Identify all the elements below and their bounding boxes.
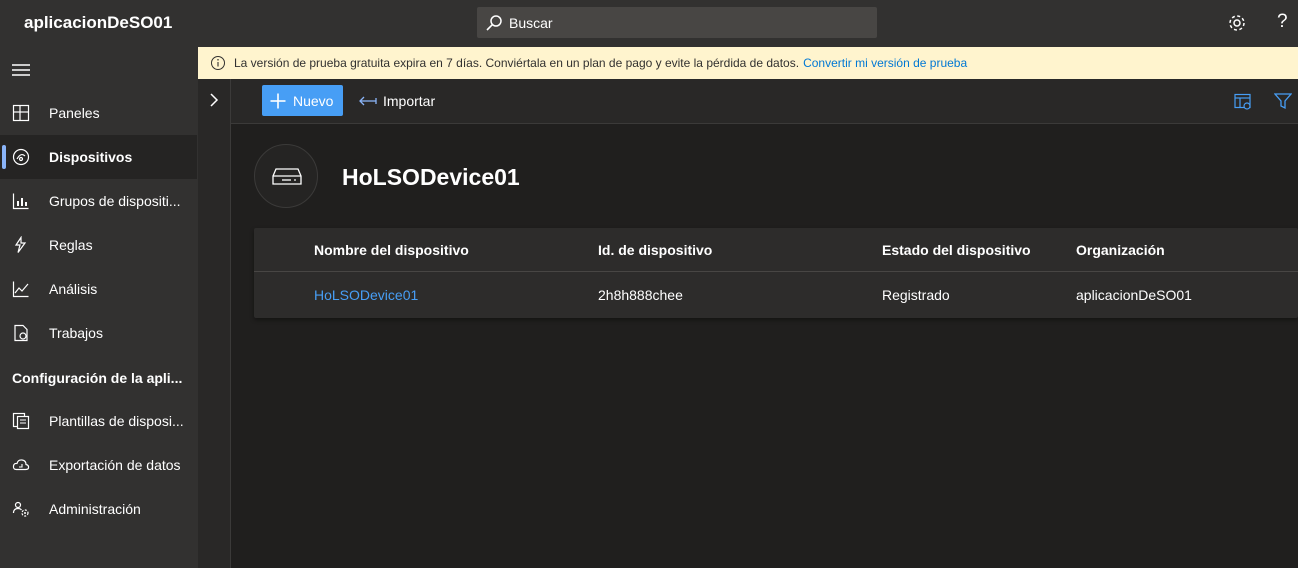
- jobs-icon: [14, 324, 28, 342]
- search-icon: [486, 15, 502, 31]
- hamburger-menu-icon[interactable]: [12, 63, 30, 77]
- sidebar-item-label: Paneles: [49, 105, 100, 121]
- sidebar-item-label: Reglas: [49, 237, 93, 253]
- plus-icon: [270, 93, 286, 109]
- device-id-cell: 2h8h888chee: [598, 287, 683, 303]
- dashboard-icon: [12, 104, 30, 122]
- sidebar-item-grupos[interactable]: Grupos de dispositi...: [0, 179, 197, 223]
- sidebar-item-exportacion[interactable]: Exportación de datos: [0, 443, 197, 487]
- sidebar-item-reglas[interactable]: Reglas: [0, 223, 197, 267]
- devices-icon: [12, 148, 30, 166]
- chevron-right-icon[interactable]: [207, 92, 221, 108]
- devices-table: Nombre del dispositivo Id. de dispositiv…: [254, 228, 1298, 318]
- device-avatar: [254, 144, 318, 208]
- device-templates-icon: [12, 412, 30, 430]
- sidebar-item-trabajos[interactable]: Trabajos: [0, 311, 197, 355]
- trial-banner: La versión de prueba gratuita expira en …: [198, 47, 1298, 79]
- import-arrow-icon: [359, 96, 377, 106]
- sidebar-item-administracion[interactable]: Administración: [0, 487, 197, 531]
- sidebar-item-label: Exportación de datos: [49, 457, 181, 473]
- banner-text: La versión de prueba gratuita expira en …: [234, 56, 800, 70]
- info-icon: [211, 56, 225, 70]
- sidebar-item-label: Plantillas de disposi...: [49, 413, 184, 429]
- sidebar-item-label: Dispositivos: [49, 149, 133, 165]
- help-icon[interactable]: ?: [1277, 11, 1288, 33]
- analytics-icon: [12, 281, 29, 298]
- device-groups-icon: [12, 193, 29, 210]
- sidebar: Paneles Dispositivos Grupos de dispositi…: [0, 47, 198, 568]
- sidebar-item-paneles[interactable]: Paneles: [0, 91, 197, 135]
- new-button-label: Nuevo: [293, 93, 334, 109]
- column-header-name[interactable]: Nombre del dispositivo: [314, 242, 469, 258]
- collapsed-panel: [198, 79, 231, 568]
- sidebar-item-analisis[interactable]: Análisis: [0, 267, 197, 311]
- column-header-status[interactable]: Estado del dispositivo: [882, 242, 1031, 258]
- sidebar-item-label: Análisis: [49, 281, 98, 297]
- rules-icon: [14, 236, 27, 253]
- convert-trial-link[interactable]: Convertir mi versión de prueba: [803, 56, 967, 70]
- sidebar-item-label: Trabajos: [49, 325, 103, 341]
- device-organization-cell: aplicacionDeSO01: [1076, 287, 1192, 303]
- new-button[interactable]: Nuevo: [262, 85, 343, 116]
- device-icon: [272, 168, 302, 185]
- search-input[interactable]: Buscar: [509, 15, 553, 31]
- page-title: HoLSODevice01: [342, 164, 520, 190]
- search-box[interactable]: Buscar: [477, 7, 877, 38]
- top-bar: aplicacionDeSO01 Buscar ?: [0, 0, 1298, 47]
- import-button-label: Importar: [383, 93, 436, 109]
- data-export-icon: [12, 459, 30, 471]
- administration-icon: [12, 501, 29, 517]
- gear-icon[interactable]: [1227, 13, 1247, 33]
- device-name-link[interactable]: HoLSODevice01: [314, 287, 418, 303]
- command-bar: Nuevo Importar: [231, 79, 1298, 124]
- sidebar-item-label: Administración: [49, 501, 141, 517]
- section-header-app-config: Configuración de la apli...: [12, 370, 183, 386]
- banner-message: La versión de prueba gratuita expira en …: [234, 56, 967, 70]
- sidebar-item-plantillas[interactable]: Plantillas de disposi...: [0, 399, 197, 443]
- sidebar-item-dispositivos[interactable]: Dispositivos: [0, 135, 197, 179]
- column-header-organization[interactable]: Organización: [1076, 242, 1165, 258]
- column-header-id[interactable]: Id. de dispositivo: [598, 242, 712, 258]
- import-button[interactable]: Importar: [359, 85, 449, 116]
- filter-icon[interactable]: [1274, 92, 1292, 110]
- table-header: Nombre del dispositivo Id. de dispositiv…: [254, 228, 1298, 272]
- sidebar-item-label: Grupos de dispositi...: [49, 193, 181, 209]
- edit-columns-icon[interactable]: [1234, 93, 1252, 111]
- device-status-cell: Registrado: [882, 287, 950, 303]
- app-title[interactable]: aplicacionDeSO01: [24, 13, 172, 33]
- table-row[interactable]: HoLSODevice01 2h8h888chee Registrado apl…: [254, 272, 1298, 318]
